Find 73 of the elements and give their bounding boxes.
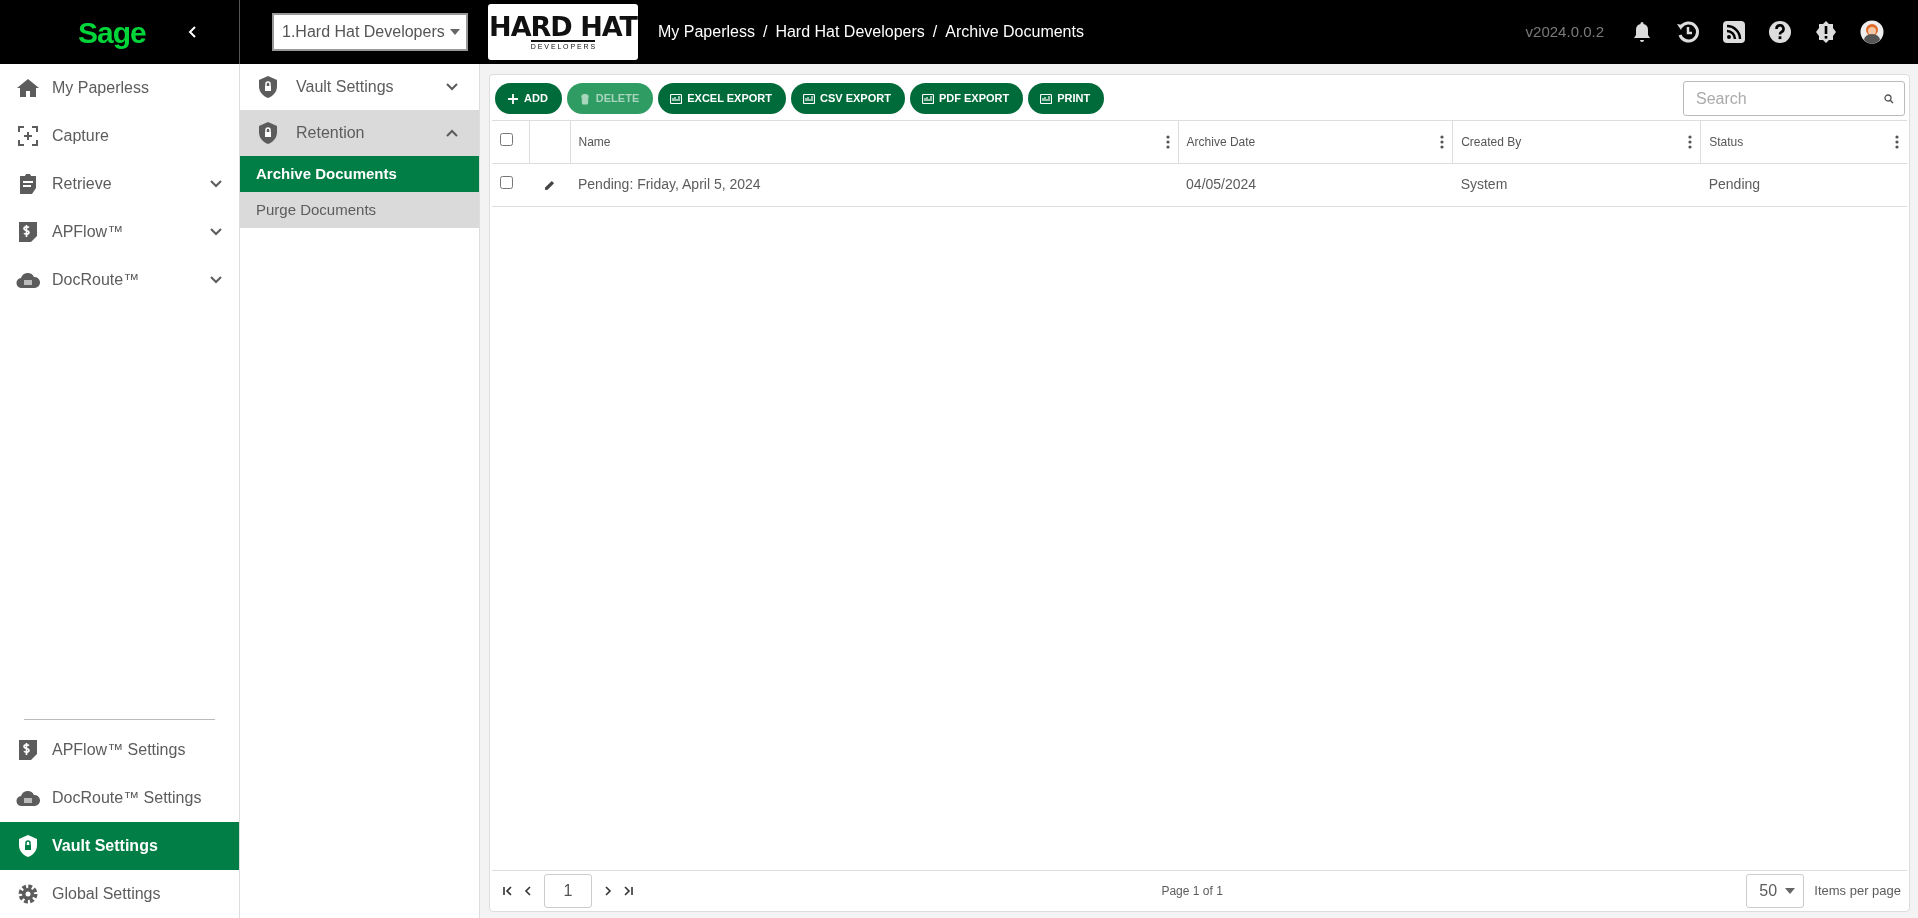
export-icon: [803, 92, 815, 105]
history-icon[interactable]: [1676, 20, 1700, 44]
select-all-checkbox[interactable]: [500, 132, 513, 146]
table-cell: Pending: Friday, April 5, 2024: [578, 176, 761, 192]
sidebar-item[interactable]: APFlow™ Settings: [0, 726, 239, 774]
column-header[interactable]: Archive Date: [1186, 132, 1256, 151]
avatar-icon[interactable]: [1860, 20, 1884, 44]
search-icon[interactable]: [1884, 93, 1894, 104]
sidebar-item[interactable]: My Paperless: [0, 64, 239, 112]
last-page-icon[interactable]: [622, 885, 634, 897]
breadcrumb-item: Archive Documents: [945, 22, 1084, 42]
export-icon: [921, 92, 934, 105]
trash-icon: [578, 92, 591, 105]
shield-lock-icon: [16, 834, 40, 858]
sidebar-item[interactable]: APFlow™: [0, 208, 239, 256]
breadcrumb-separator: /: [932, 22, 938, 42]
version-text: v2024.0.0.2: [1525, 21, 1604, 42]
caret-icon: [450, 29, 460, 35]
sidebar-item[interactable]: Global Settings: [0, 870, 239, 918]
search-box[interactable]: Search: [1683, 81, 1905, 116]
breadcrumb-item[interactable]: Hard Hat Developers: [775, 20, 925, 44]
column-header[interactable]: Name: [578, 132, 611, 151]
nav-group[interactable]: Vault Settings: [240, 64, 479, 110]
breadcrumb-item[interactable]: My Paperless: [658, 20, 755, 44]
first-page-icon[interactable]: [502, 885, 514, 897]
plus-icon: [507, 92, 519, 105]
page-info: Page 1 of 1: [1160, 883, 1224, 900]
nav-group[interactable]: Retention: [240, 110, 479, 156]
next-page-icon[interactable]: [602, 885, 614, 897]
nav-item[interactable]: Purge Documents: [240, 192, 479, 228]
previous-page-icon[interactable]: [522, 885, 534, 897]
kebab-icon[interactable]: [1165, 134, 1170, 149]
sidebar-item[interactable]: DocRoute™ Settings: [0, 774, 239, 822]
page-size-select[interactable]: 50: [1746, 874, 1805, 908]
alert-icon[interactable]: [1814, 20, 1838, 44]
brand-logo: Sage: [78, 14, 146, 51]
table-cell: System: [1460, 176, 1508, 192]
caret-icon: [1785, 888, 1796, 894]
page-size-label: Items per page: [1814, 882, 1901, 901]
gear-icon: [16, 882, 40, 906]
help-icon[interactable]: [1768, 20, 1792, 44]
toolbar-button[interactable]: ADD: [495, 83, 562, 114]
pencil-icon[interactable]: [544, 179, 555, 191]
rss-icon[interactable]: [1722, 20, 1746, 44]
toolbar-button[interactable]: CSV EXPORT: [791, 83, 905, 114]
nav-item[interactable]: Archive Documents: [240, 156, 479, 192]
export-icon: [1040, 92, 1053, 105]
table-cell: Pending: [1708, 176, 1761, 192]
toolbar-button[interactable]: PRINT: [1028, 83, 1105, 114]
breadcrumb-separator: /: [762, 22, 768, 42]
column-header[interactable]: Created By: [1461, 132, 1522, 151]
export-icon: [670, 92, 683, 105]
sidebar-item[interactable]: Vault Settings: [0, 822, 239, 870]
sidebar-item[interactable]: DocRoute™: [0, 256, 239, 304]
sidebar-item[interactable]: Retrieve: [0, 160, 239, 208]
shield-lock-icon: [256, 75, 280, 99]
capture-icon: [16, 124, 40, 148]
column-header[interactable]: Status: [1709, 132, 1744, 151]
kebab-icon[interactable]: [1440, 134, 1445, 149]
kebab-icon[interactable]: [1895, 134, 1899, 149]
company-select[interactable]: 1.Hard Hat Developers: [272, 13, 468, 51]
row-checkbox[interactable]: [500, 176, 513, 189]
dollar-document-icon: [16, 738, 40, 762]
page-field[interactable]: 1: [544, 874, 592, 908]
dollar-document-icon: [16, 220, 40, 244]
collapse-icon[interactable]: [187, 25, 199, 39]
shield-lock-icon: [256, 121, 280, 145]
house-icon: [16, 76, 40, 100]
toolbar-button[interactable]: EXCEL EXPORT: [658, 83, 786, 114]
table-cell: 04/05/2024: [1186, 176, 1257, 192]
kebab-icon[interactable]: [1688, 134, 1693, 149]
sidebar-item[interactable]: Capture: [0, 112, 239, 160]
toolbar-button[interactable]: PDF EXPORT: [909, 83, 1024, 114]
